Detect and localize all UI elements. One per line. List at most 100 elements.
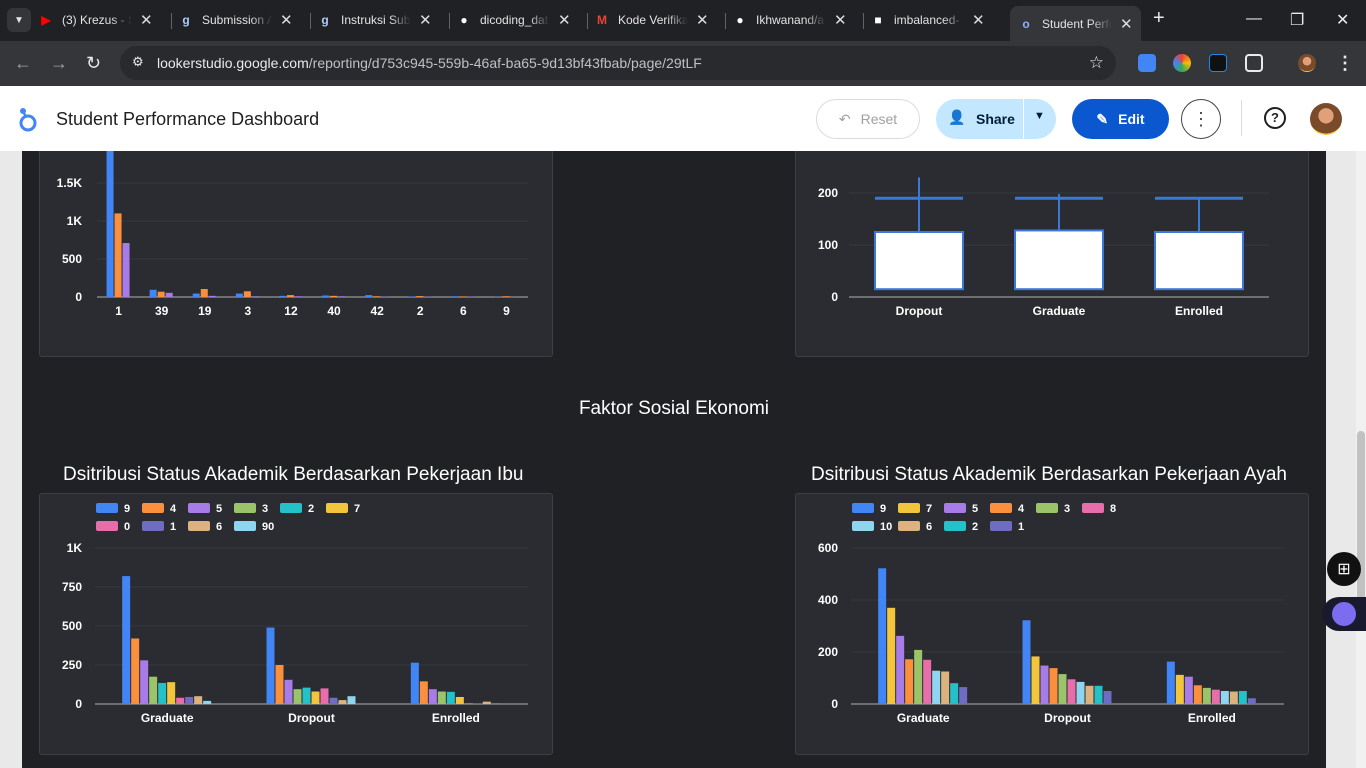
reset-button[interactable]: ↶ Reset bbox=[816, 99, 920, 139]
legend-label: 2 bbox=[308, 503, 314, 515]
bar bbox=[1238, 691, 1247, 704]
bar bbox=[1211, 689, 1220, 704]
x-tick-label: 12 bbox=[284, 304, 298, 318]
tab-title: dicoding_dat bbox=[480, 13, 549, 27]
bar bbox=[464, 703, 473, 704]
maximize-icon[interactable]: ❐ bbox=[1290, 10, 1304, 30]
bookmark-star-icon[interactable]: ☆ bbox=[1089, 53, 1104, 73]
bar bbox=[122, 243, 130, 297]
browser-tab[interactable]: ■ imbalanced- ✕ bbox=[870, 6, 985, 34]
bar bbox=[284, 679, 293, 704]
browser-tab[interactable]: ● dicoding_dat ✕ bbox=[456, 6, 571, 34]
browser-tab[interactable]: g Instruksi Sub ✕ bbox=[317, 6, 432, 34]
legend-label: 4 bbox=[170, 503, 177, 515]
bar bbox=[1220, 691, 1229, 704]
legend-label: 8 bbox=[1110, 503, 1116, 515]
close-tab-icon[interactable]: ✕ bbox=[1120, 15, 1133, 33]
google-translate-icon[interactable] bbox=[1138, 54, 1156, 72]
back-icon[interactable]: ← bbox=[14, 53, 32, 74]
bar bbox=[235, 293, 243, 297]
forward-icon[interactable]: → bbox=[50, 53, 68, 74]
bar bbox=[502, 296, 510, 297]
browser-tab[interactable]: g Submission A ✕ bbox=[178, 6, 293, 34]
bar bbox=[157, 291, 165, 297]
close-window-icon[interactable]: ✕ bbox=[1336, 10, 1349, 30]
legend-swatch bbox=[280, 503, 302, 513]
bar-chart-pekerjaan-ayah[interactable]: 9 7 5 4 3 810 6 2 10200400600Graduate Dropout Enro… bbox=[796, 494, 1310, 756]
bar-chart-pekerjaan-ibu[interactable]: 9 4 5 3 2 7 0 1 6 90 0 250 500 750 1K Graduate Dropout En… bbox=[40, 494, 554, 756]
reset-label: Reset bbox=[860, 111, 898, 127]
bar bbox=[203, 700, 212, 704]
bar bbox=[1175, 674, 1184, 704]
browser-menu-icon[interactable]: ⋮ bbox=[1336, 53, 1354, 74]
close-tab-icon[interactable]: ✕ bbox=[419, 11, 432, 29]
edit-button[interactable]: ✎ Edit bbox=[1072, 99, 1169, 139]
extensions-puzzle-icon[interactable] bbox=[1245, 54, 1263, 72]
tab-list-button[interactable]: ▼ bbox=[7, 8, 31, 32]
legend-swatch bbox=[852, 503, 874, 513]
legend-swatch bbox=[142, 521, 164, 531]
legend-label: 1 bbox=[1018, 521, 1024, 533]
help-icon[interactable]: ? bbox=[1264, 107, 1286, 129]
minimize-icon[interactable]: — bbox=[1246, 10, 1262, 28]
bar-chart-top-left[interactable]: 0 500 1K 1.5K 2K 1 39 19 3 12 40 42 2 6 9 bbox=[40, 151, 554, 358]
legend-swatch bbox=[898, 521, 920, 531]
close-tab-icon[interactable]: ✕ bbox=[972, 11, 985, 29]
tab-title: (3) Krezus - S bbox=[62, 13, 132, 27]
browser-tab[interactable]: M Kode Verifika ✕ bbox=[594, 6, 709, 34]
x-tick-label: Enrolled bbox=[1175, 304, 1223, 318]
bar bbox=[932, 670, 941, 704]
y-tick-label: 1K bbox=[67, 541, 83, 555]
browser-tab[interactable]: o Student Perfo ✕ bbox=[1010, 6, 1141, 41]
x-tick-label: 42 bbox=[370, 304, 384, 318]
close-tab-icon[interactable]: ✕ bbox=[558, 11, 571, 29]
close-tab-icon[interactable]: ✕ bbox=[140, 11, 153, 29]
page-scrollbar[interactable] bbox=[1356, 151, 1366, 768]
close-tab-icon[interactable]: ✕ bbox=[696, 11, 709, 29]
bar bbox=[275, 665, 284, 704]
site-settings-icon[interactable]: ⚙ bbox=[132, 54, 144, 70]
x-tick-label: Graduate bbox=[897, 711, 950, 725]
x-tick-label: Enrolled bbox=[1188, 711, 1236, 725]
chevron-down-icon: ▼ bbox=[14, 14, 24, 26]
bar bbox=[131, 638, 140, 704]
close-tab-icon[interactable]: ✕ bbox=[834, 11, 847, 29]
more-options-button[interactable]: ⋮ bbox=[1181, 99, 1221, 139]
close-tab-icon[interactable]: ✕ bbox=[280, 11, 293, 29]
legend-label: 5 bbox=[216, 503, 222, 515]
legend-swatch bbox=[96, 521, 118, 531]
share-button[interactable]: 👤 Share ▼ bbox=[936, 99, 1056, 139]
bar bbox=[286, 295, 294, 297]
bar bbox=[959, 687, 968, 704]
legend-label: 9 bbox=[880, 503, 886, 515]
apps-grid-icon[interactable]: ⊞ bbox=[1327, 552, 1361, 586]
caret-down-icon[interactable]: ▼ bbox=[1034, 110, 1045, 122]
legend-label: 7 bbox=[926, 503, 932, 515]
address-bar[interactable]: ⚙ lookerstudio.google.com/reporting/d753… bbox=[120, 46, 1116, 80]
legend-swatch bbox=[852, 521, 874, 531]
browser-tab[interactable]: ● Ikhwanand/a ✕ bbox=[732, 6, 847, 34]
reload-icon[interactable]: ↻ bbox=[86, 53, 101, 74]
terminal-extension-icon[interactable] bbox=[1209, 54, 1227, 72]
bar bbox=[473, 703, 482, 704]
extension-color-icon[interactable] bbox=[1173, 54, 1191, 72]
bar bbox=[408, 296, 416, 297]
y-tick-label: 2K bbox=[67, 151, 83, 152]
x-tick-label: Graduate bbox=[141, 711, 194, 725]
assistant-bot-icon[interactable] bbox=[1322, 597, 1366, 631]
y-tick-label: 100 bbox=[818, 238, 838, 252]
bar bbox=[338, 296, 346, 297]
tab-title: Submission A bbox=[202, 13, 272, 27]
profile-avatar[interactable] bbox=[1298, 54, 1316, 72]
x-tick-label: Dropout bbox=[896, 304, 943, 318]
bar bbox=[278, 295, 286, 297]
bar bbox=[266, 627, 275, 704]
bar bbox=[122, 576, 131, 704]
bar bbox=[451, 296, 459, 297]
boxplot-chart-top-right[interactable]: 0100200300DropoutGraduateEnrolled bbox=[796, 151, 1310, 358]
chart-panel-ayah: 9 7 5 4 3 8 10 6 2 1 0 200 400 600 Graduate Dropout Enro… bbox=[795, 493, 1309, 755]
browser-tab[interactable]: ▶ (3) Krezus - S ✕ bbox=[38, 6, 153, 34]
new-tab-button[interactable]: + bbox=[1153, 7, 1165, 30]
bar bbox=[1166, 661, 1175, 704]
user-avatar[interactable] bbox=[1310, 103, 1342, 135]
